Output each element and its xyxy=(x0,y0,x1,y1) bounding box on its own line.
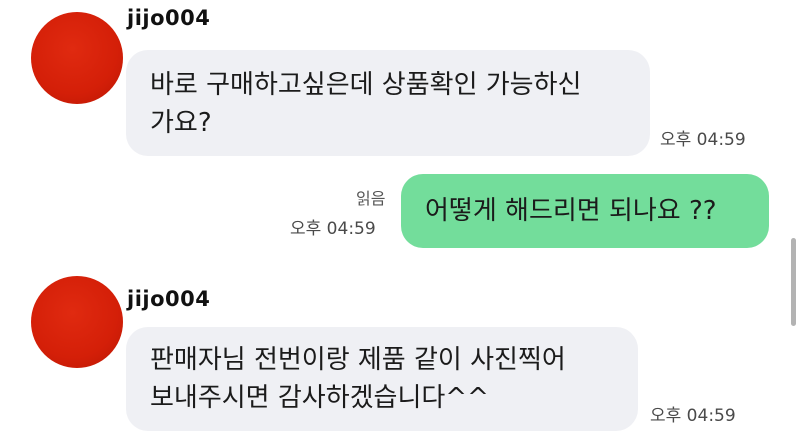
sender-name: jijo004 xyxy=(127,287,211,311)
incoming-message-bubble[interactable]: 바로 구매하고싶은데 상품확인 가능하신 가요? xyxy=(126,50,650,156)
read-receipt: 읽음 xyxy=(356,189,386,208)
sender-avatar[interactable] xyxy=(31,276,123,368)
chat-view: jijo004 바로 구매하고싶은데 상품확인 가능하신 가요? 오후 04:5… xyxy=(0,0,800,437)
message-timestamp: 오후 04:59 xyxy=(290,219,376,239)
scrollbar[interactable] xyxy=(791,238,796,326)
outgoing-message-bubble[interactable]: 어떻게 해드리면 되나요 ?? xyxy=(401,174,769,248)
incoming-message-bubble[interactable]: 판매자님 전번이랑 제품 같이 사진찍어 보내주시면 감사하겠습니다^^ xyxy=(126,327,638,431)
sender-avatar[interactable] xyxy=(31,12,123,104)
sender-name: jijo004 xyxy=(127,6,211,30)
message-timestamp: 오후 04:59 xyxy=(650,406,736,426)
message-timestamp: 오후 04:59 xyxy=(660,130,746,150)
